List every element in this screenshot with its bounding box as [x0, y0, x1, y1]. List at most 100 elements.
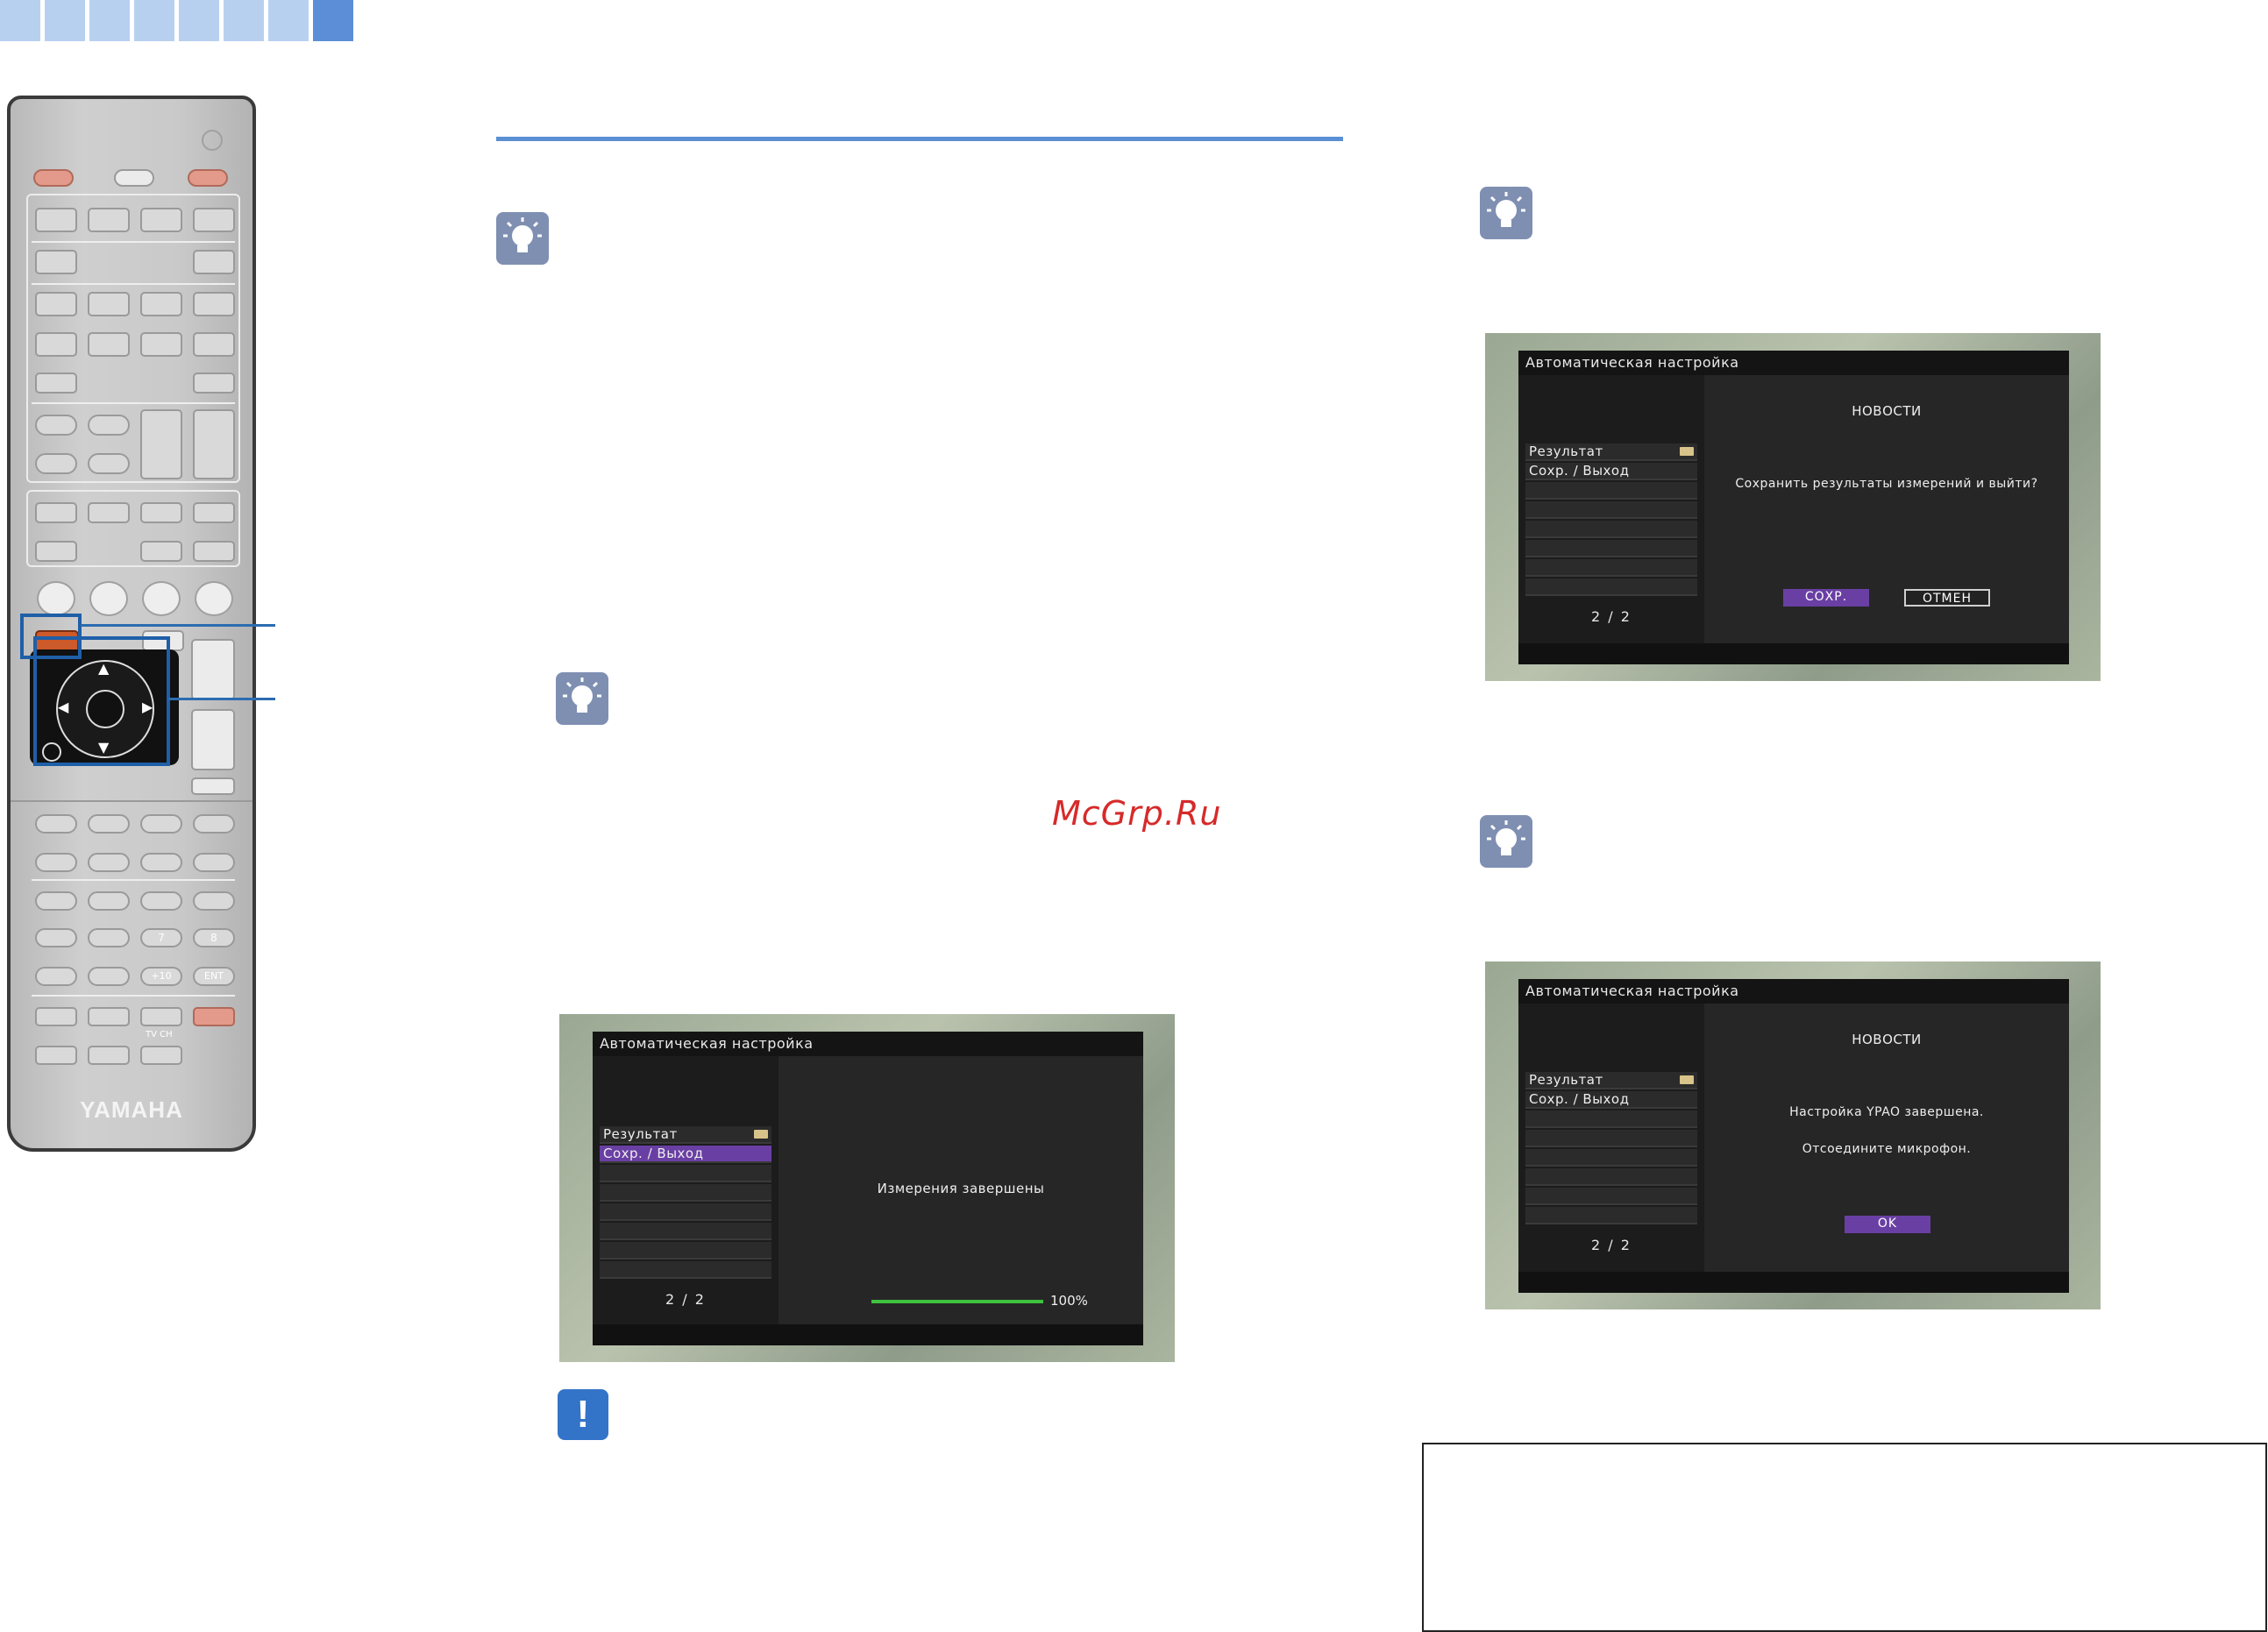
rewind-button[interactable] — [35, 853, 77, 872]
scene-button[interactable] — [37, 581, 75, 616]
page-indicator: 2 / 2 — [665, 1291, 706, 1308]
remote-button[interactable] — [35, 502, 77, 523]
scene-button[interactable] — [89, 581, 128, 616]
remote-button[interactable] — [88, 891, 130, 911]
key-7-button[interactable]: 7 — [140, 928, 182, 947]
remote-button[interactable] — [35, 373, 77, 394]
key-plus10-button[interactable]: +10 — [140, 967, 182, 986]
dialog-message-line2: Отсоедините микрофон. — [1802, 1142, 1972, 1156]
remote-button[interactable] — [88, 928, 130, 947]
scene-button[interactable] — [195, 581, 233, 616]
remote-button[interactable] — [35, 332, 77, 357]
page-indicator: 2 / 2 — [1591, 1237, 1632, 1253]
menu-item-empty — [600, 1184, 771, 1202]
menu-item-save-exit[interactable]: Сохр. / Выход — [600, 1146, 771, 1163]
remote-button[interactable] — [88, 967, 130, 986]
prev-button[interactable] — [140, 853, 182, 872]
remote-button[interactable] — [35, 1046, 77, 1065]
osd-menu: Результат Сохр. / Выход 2 / 2 — [1518, 1004, 1704, 1272]
remote-button[interactable] — [193, 250, 235, 274]
remote-button[interactable] — [88, 502, 130, 523]
osd-panel: Автоматическая настройка Результат Сохр.… — [1518, 351, 2069, 664]
next-button[interactable] — [193, 853, 235, 872]
volume-plus-button[interactable] — [191, 639, 235, 700]
divider — [32, 402, 235, 404]
key-ent-button[interactable]: ENT — [193, 967, 235, 986]
tip-lightbulb-icon — [556, 672, 608, 725]
sleep-button[interactable] — [114, 169, 154, 187]
stop-button[interactable] — [88, 814, 130, 834]
remote-button[interactable] — [35, 292, 77, 316]
remote-button[interactable] — [35, 814, 77, 834]
menu-item-save-exit[interactable]: Сохр. / Выход — [1525, 463, 1697, 480]
remote-button[interactable] — [35, 891, 77, 911]
menu-item-label: Результат — [603, 1126, 678, 1142]
forward-button[interactable] — [88, 853, 130, 872]
source-power-button[interactable] — [33, 169, 74, 187]
remote-button[interactable] — [140, 502, 182, 523]
play-button[interactable] — [193, 814, 235, 834]
remote-button[interactable] — [140, 1046, 182, 1065]
menu-item-save-exit[interactable]: Сохр. / Выход — [1525, 1091, 1697, 1109]
tip-lightbulb-icon — [1480, 815, 1532, 868]
osd-content: НОВОСТИ Сохранить результаты измерений и… — [1704, 375, 2069, 643]
remote-button[interactable] — [140, 332, 182, 357]
menu-item-result[interactable]: Результат — [600, 1126, 771, 1144]
header-tab — [45, 0, 85, 41]
pause-button[interactable] — [140, 814, 182, 834]
remote-button[interactable] — [88, 292, 130, 316]
remote-button[interactable] — [193, 208, 235, 232]
remote-button[interactable] — [193, 373, 235, 394]
note-box — [1422, 1443, 2267, 1632]
remote-button[interactable] — [193, 502, 235, 523]
remote-button[interactable] — [35, 250, 77, 274]
key-8-button[interactable]: 8 — [193, 928, 235, 947]
remote-button[interactable] — [193, 891, 235, 911]
remote-button[interactable] — [88, 415, 130, 436]
osd-content: Измерения завершены 100% — [779, 1056, 1143, 1324]
menu-item-result[interactable]: Результат — [1525, 443, 1697, 461]
volume-minus-button[interactable] — [191, 709, 235, 770]
remote-button[interactable] — [35, 415, 77, 436]
tv-ch-button[interactable] — [140, 1007, 182, 1026]
remote-button[interactable] — [193, 332, 235, 357]
remote-button[interactable] — [140, 891, 182, 911]
remote-button[interactable] — [140, 208, 182, 232]
remote-button[interactable] — [88, 332, 130, 357]
save-button[interactable]: СОХР. — [1783, 589, 1869, 607]
tv-vol-button[interactable] — [88, 1007, 130, 1026]
remote-button[interactable] — [35, 541, 77, 562]
menu-item-empty — [1525, 1130, 1697, 1147]
remote-button[interactable] — [88, 208, 130, 232]
tv-power-button[interactable] — [193, 1007, 235, 1026]
menu-item-label: Результат — [1529, 1072, 1603, 1088]
remote-button[interactable] — [35, 1007, 77, 1026]
divider — [11, 800, 252, 802]
receiver-power-button[interactable] — [188, 169, 228, 187]
progress-label: 100% — [1050, 1293, 1088, 1309]
header-tab — [89, 0, 130, 41]
scene-button[interactable] — [142, 581, 181, 616]
osd-panel: Автоматическая настройка Результат Сохр.… — [593, 1032, 1143, 1345]
volume-rocker[interactable] — [140, 409, 182, 479]
menu-item-label: Сохр. / Выход — [1529, 1091, 1630, 1107]
remote-button[interactable] — [35, 208, 77, 232]
remote-button[interactable] — [35, 967, 77, 986]
page-rocker[interactable] — [193, 409, 235, 479]
remote-button[interactable] — [193, 292, 235, 316]
remote-button[interactable] — [193, 541, 235, 562]
tip-lightbulb-icon — [496, 212, 549, 265]
menu-item-result[interactable]: Результат — [1525, 1072, 1697, 1089]
ok-button[interactable]: OK — [1845, 1216, 1930, 1233]
folder-icon — [1680, 447, 1694, 456]
remote-button[interactable] — [35, 453, 77, 474]
cancel-button[interactable]: ОТМЕН — [1904, 589, 1990, 607]
remote-button[interactable] — [140, 292, 182, 316]
remote-button[interactable] — [191, 777, 235, 795]
menu-item-empty — [600, 1165, 771, 1182]
remote-button[interactable] — [88, 453, 130, 474]
osd-menu: Результат Сохр. / Выход 2 / 2 — [593, 1056, 779, 1324]
remote-button[interactable] — [140, 541, 182, 562]
remote-button[interactable] — [35, 928, 77, 947]
remote-button[interactable] — [88, 1046, 130, 1065]
